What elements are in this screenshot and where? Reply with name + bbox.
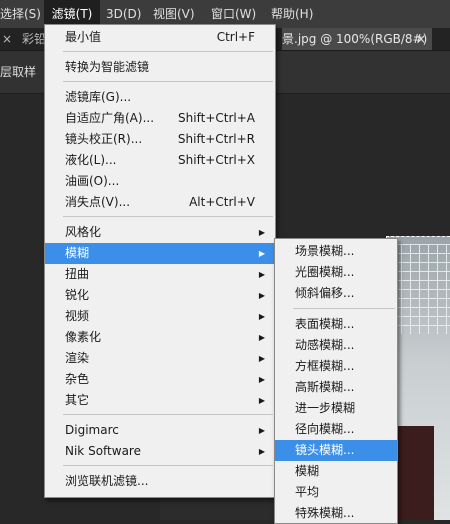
menu-item-shortcut: Ctrl+F (216, 30, 255, 44)
menu-item-noise[interactable]: 杂色 ▶ (45, 369, 275, 390)
menu-item-sharpen[interactable]: 锐化 ▶ (45, 285, 275, 306)
menu-item-nik-software[interactable]: Nik Software ▶ (45, 441, 275, 462)
ceiling-grid (392, 244, 450, 334)
menu-item-pixelate[interactable]: 像素化 ▶ (45, 327, 275, 348)
menu-item-label: 模糊 (295, 464, 320, 478)
menu-item-video[interactable]: 视频 ▶ (45, 306, 275, 327)
menu-item-label: 动感模糊... (295, 338, 355, 352)
submenu-item-blur[interactable]: 模糊 (275, 461, 397, 482)
menu-item-render[interactable]: 渲染 ▶ (45, 348, 275, 369)
menu-item-liquify[interactable]: 液化(L)... Shift+Ctrl+X (45, 150, 275, 171)
menu-item-label: 扭曲 (65, 267, 90, 281)
menu-item-label: 杂色 (65, 372, 90, 386)
menu-item-filter-gallery[interactable]: 滤镜库(G)... (45, 87, 275, 108)
menu-item-label: 高斯模糊... (295, 380, 355, 394)
menu-item-lens-correction[interactable]: 镜头校正(R)... Shift+Ctrl+R (45, 129, 275, 150)
submenu-item-further-blur[interactable]: 进一步模糊 (275, 398, 397, 419)
menu-item-label: 滤镜库(G)... (65, 90, 132, 104)
menu-item-label: Nik Software (65, 444, 141, 458)
menu-item-shortcut: Alt+Ctrl+V (189, 195, 255, 209)
menu-item-label: 像素化 (65, 330, 102, 344)
menu-item-label: 倾斜偏移... (295, 286, 355, 300)
submenu-item-surface-blur[interactable]: 表面模糊... (275, 314, 397, 335)
menu-item-label: 自适应广角(A)... (65, 111, 155, 125)
tab-close-icon[interactable]: × (0, 28, 14, 50)
menu-item-stylize[interactable]: 风格化 ▶ (45, 222, 275, 243)
menu-item-last-filter[interactable]: 最小值 Ctrl+F (45, 27, 275, 48)
submenu-item-tilt-shift[interactable]: 倾斜偏移... (275, 283, 397, 304)
tab-title: 景.jpg @ 100%(RGB/8#) (282, 32, 428, 46)
menu-item-label: Digimarc (65, 423, 119, 437)
menu-item-blur[interactable]: 模糊 ▶ (45, 243, 275, 264)
menu-item-label: 方框模糊... (295, 359, 355, 373)
menu-item-label: 渲染 (65, 351, 90, 365)
menu-separator (63, 216, 273, 217)
menu-item-label: 场景模糊... (295, 244, 355, 258)
menu-help[interactable]: 帮助(H) (271, 0, 321, 28)
image-detail (394, 426, 434, 520)
menu-item-vanishing-point[interactable]: 消失点(V)... Alt+Ctrl+V (45, 192, 275, 213)
menu-item-label: 最小值 (65, 30, 102, 44)
menu-item-digimarc[interactable]: Digimarc ▶ (45, 420, 275, 441)
submenu-item-box-blur[interactable]: 方框模糊... (275, 356, 397, 377)
menu-item-label: 径向模糊... (295, 422, 355, 436)
menu-item-shortcut: Shift+Ctrl+R (177, 132, 255, 146)
menu-item-shortcut: Shift+Ctrl+A (178, 111, 255, 125)
submenu-arrow-icon: ▶ (258, 270, 265, 279)
menu-item-convert-smart-filter[interactable]: 转换为智能滤镜 (45, 57, 275, 78)
menu-separator (63, 81, 273, 82)
menu-item-label: 平均 (295, 485, 320, 499)
menu-item-label: 浏览联机滤镜... (65, 474, 149, 488)
sample-layers-label: 层取样 (0, 65, 37, 79)
submenu-arrow-icon: ▶ (258, 396, 265, 405)
submenu-arrow-icon: ▶ (258, 312, 265, 321)
submenu-item-lens-blur[interactable]: 镜头模糊... (275, 440, 397, 461)
menu-item-label: 特殊模糊... (295, 506, 355, 520)
submenu-item-special-blur[interactable]: 特殊模糊... (275, 503, 397, 524)
submenu-arrow-icon: ▶ (258, 375, 265, 384)
filter-menu: 最小值 Ctrl+F 转换为智能滤镜 滤镜库(G)... 自适应广角(A)...… (44, 24, 276, 498)
tab-close-icon[interactable]: × (416, 28, 426, 50)
menu-item-label: 表面模糊... (295, 317, 355, 331)
menu-item-label: 模糊 (65, 246, 90, 260)
menu-separator (63, 414, 273, 415)
menu-item-label: 锐化 (65, 288, 90, 302)
menu-item-label: 消失点(V)... (65, 195, 131, 209)
submenu-item-average[interactable]: 平均 (275, 482, 397, 503)
tab-active-document[interactable]: 景.jpg @ 100%(RGB/8#) × (282, 28, 432, 50)
menu-item-label: 转换为智能滤镜 (65, 60, 150, 74)
submenu-item-gaussian-blur[interactable]: 高斯模糊... (275, 377, 397, 398)
blur-submenu: 场景模糊... 光圈模糊... 倾斜偏移... 表面模糊... 动感模糊... … (274, 238, 398, 524)
submenu-item-radial-blur[interactable]: 径向模糊... (275, 419, 397, 440)
menu-item-label: 镜头模糊... (295, 443, 355, 457)
submenu-arrow-icon: ▶ (258, 291, 265, 300)
submenu-item-field-blur[interactable]: 场景模糊... (275, 241, 397, 262)
menu-item-label: 油画(O)... (65, 174, 120, 188)
menu-separator (63, 465, 273, 466)
menu-item-label: 风格化 (65, 225, 102, 239)
menu-item-oil-paint[interactable]: 油画(O)... (45, 171, 275, 192)
menu-item-label: 其它 (65, 393, 90, 407)
menu-item-label: 视频 (65, 309, 90, 323)
menu-separator (293, 308, 395, 309)
submenu-item-iris-blur[interactable]: 光圈模糊... (275, 262, 397, 283)
menu-item-shortcut: Shift+Ctrl+X (178, 153, 255, 167)
submenu-arrow-icon: ▶ (258, 228, 265, 237)
menu-item-browse-online-filters[interactable]: 浏览联机滤镜... (45, 471, 275, 492)
menu-item-label: 液化(L)... (65, 153, 117, 167)
submenu-arrow-icon: ▶ (258, 426, 265, 435)
submenu-arrow-icon: ▶ (258, 354, 265, 363)
menu-separator (63, 51, 273, 52)
menu-item-distort[interactable]: 扭曲 ▶ (45, 264, 275, 285)
submenu-arrow-icon: ▶ (258, 333, 265, 342)
menu-item-label: 镜头校正(R)... (65, 132, 143, 146)
submenu-item-motion-blur[interactable]: 动感模糊... (275, 335, 397, 356)
menu-item-label: 进一步模糊 (295, 401, 356, 415)
menu-item-other[interactable]: 其它 ▶ (45, 390, 275, 411)
menu-item-adaptive-wide-angle[interactable]: 自适应广角(A)... Shift+Ctrl+A (45, 108, 275, 129)
submenu-arrow-icon: ▶ (258, 249, 265, 258)
submenu-arrow-icon: ▶ (258, 447, 265, 456)
menu-select[interactable]: 选择(S) (0, 0, 44, 28)
menu-item-label: 光圈模糊... (295, 265, 355, 279)
